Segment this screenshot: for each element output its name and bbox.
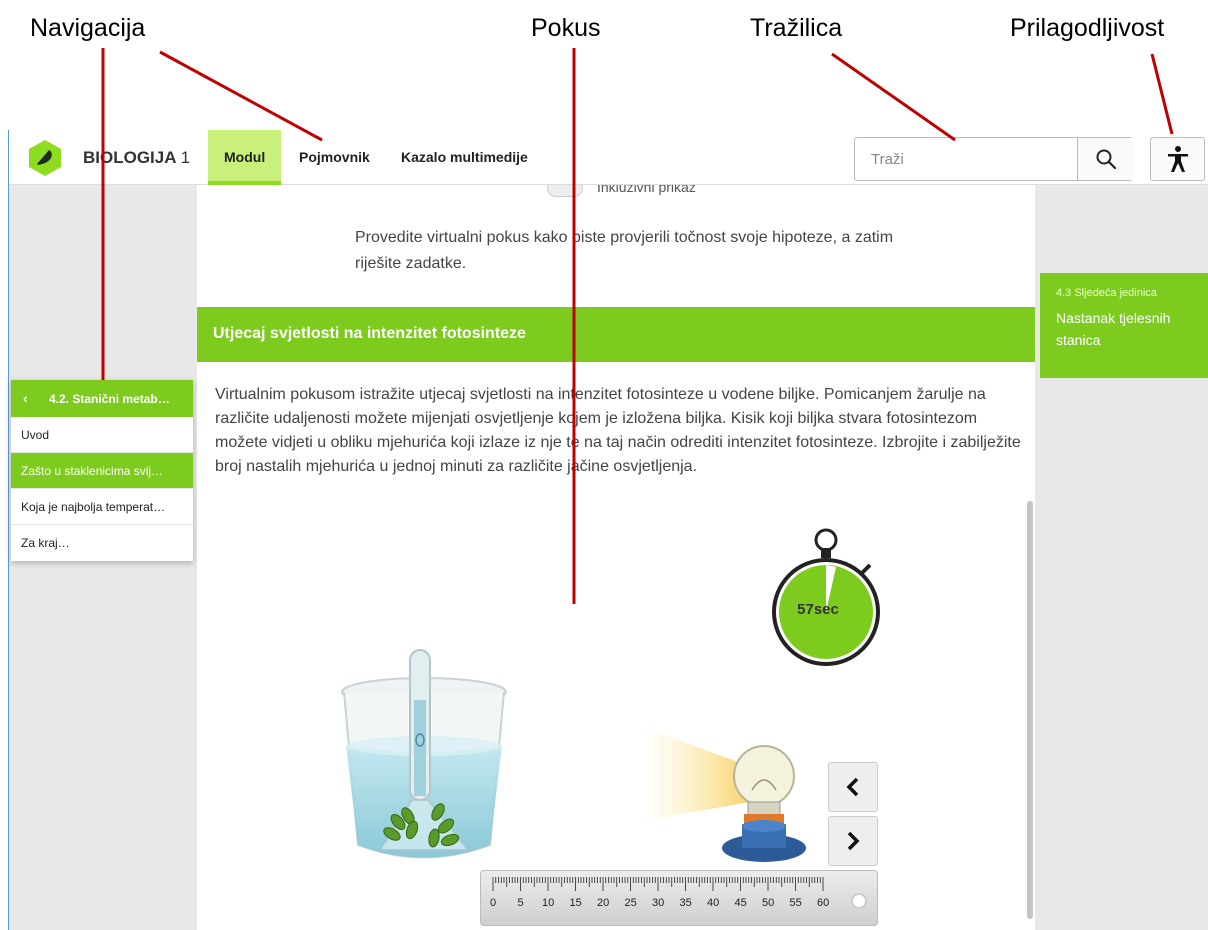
- ruler-label: 25: [624, 897, 637, 909]
- search-input[interactable]: [855, 138, 1077, 180]
- ruler-label: 20: [597, 897, 610, 909]
- ruler-label: 15: [569, 897, 582, 909]
- sidebar-item-za-kraj[interactable]: Za kraj…: [11, 525, 193, 561]
- sidebar-item-uvod[interactable]: Uvod: [11, 417, 193, 453]
- sidebar-item-zasto-u-staklenicima[interactable]: Zašto u staklenicima svij…: [11, 453, 193, 489]
- accessibility-person-icon: [1167, 146, 1188, 172]
- next-unit-subtitle: 4.3 Sljedeća jedinica: [1056, 287, 1157, 299]
- sidebar-item-najbolja-temperatura[interactable]: Koja je najbolja temperat…: [11, 489, 193, 525]
- sidebar-header[interactable]: ‹ 4.2. Stanični metab…: [11, 380, 193, 417]
- brand-title[interactable]: BIOLOGIJA 1: [83, 148, 190, 168]
- ruler-handle[interactable]: [851, 893, 867, 909]
- move-lamp-right-button[interactable]: [828, 816, 878, 866]
- tab-pojmovnik[interactable]: Pojmovnik: [283, 130, 386, 185]
- move-lamp-left-button[interactable]: [828, 762, 878, 812]
- top-bar: BIOLOGIJA 1 Modul Pojmovnik Kazalo multi…: [9, 130, 1208, 185]
- sidebar-header-label: 4.2. Stanični metab…: [49, 392, 170, 406]
- search-box: [854, 137, 1133, 181]
- ruler-label: 35: [679, 897, 692, 909]
- next-unit-title: Nastanak tjelesnih stanica: [1056, 310, 1171, 348]
- module-sidebar: ‹ 4.2. Stanični metab… Uvod Zašto u stakl…: [11, 380, 193, 561]
- accessibility-button[interactable]: [1150, 137, 1205, 181]
- search-icon: [1096, 149, 1116, 170]
- ruler-label: 50: [762, 897, 775, 909]
- distance-ruler: 0 5 10 15 20 25 30 35 40 45 50 55 60: [480, 870, 878, 926]
- chevron-right-icon: [847, 831, 860, 851]
- logo-icon[interactable]: [25, 138, 65, 178]
- ruler-label: 60: [817, 897, 830, 909]
- brand-number: 1: [180, 148, 191, 167]
- search-button[interactable]: [1077, 138, 1133, 180]
- ruler-label: 30: [652, 897, 665, 909]
- ruler-label: 55: [789, 897, 802, 909]
- ruler-label: 40: [707, 897, 720, 909]
- next-unit-card[interactable]: 4.3 Sljedeća jedinica Nastanak tjelesnih…: [1040, 273, 1208, 378]
- brand-name: BIOLOGIJA: [83, 148, 176, 167]
- stopwatch-icon: [772, 528, 880, 666]
- ruler-label: 5: [517, 897, 524, 909]
- chevron-left-icon: ‹: [23, 390, 28, 406]
- tab-kazalo-multimedije[interactable]: Kazalo multimedije: [385, 130, 544, 185]
- timer-readout: 57sec: [797, 601, 839, 618]
- beaker-with-plant: [341, 649, 507, 859]
- ruler-label: 0: [490, 897, 497, 909]
- tab-modul[interactable]: Modul: [208, 130, 282, 185]
- ruler-label: 10: [542, 897, 555, 909]
- ruler-label: 45: [734, 897, 747, 909]
- chevron-left-icon: [846, 777, 859, 797]
